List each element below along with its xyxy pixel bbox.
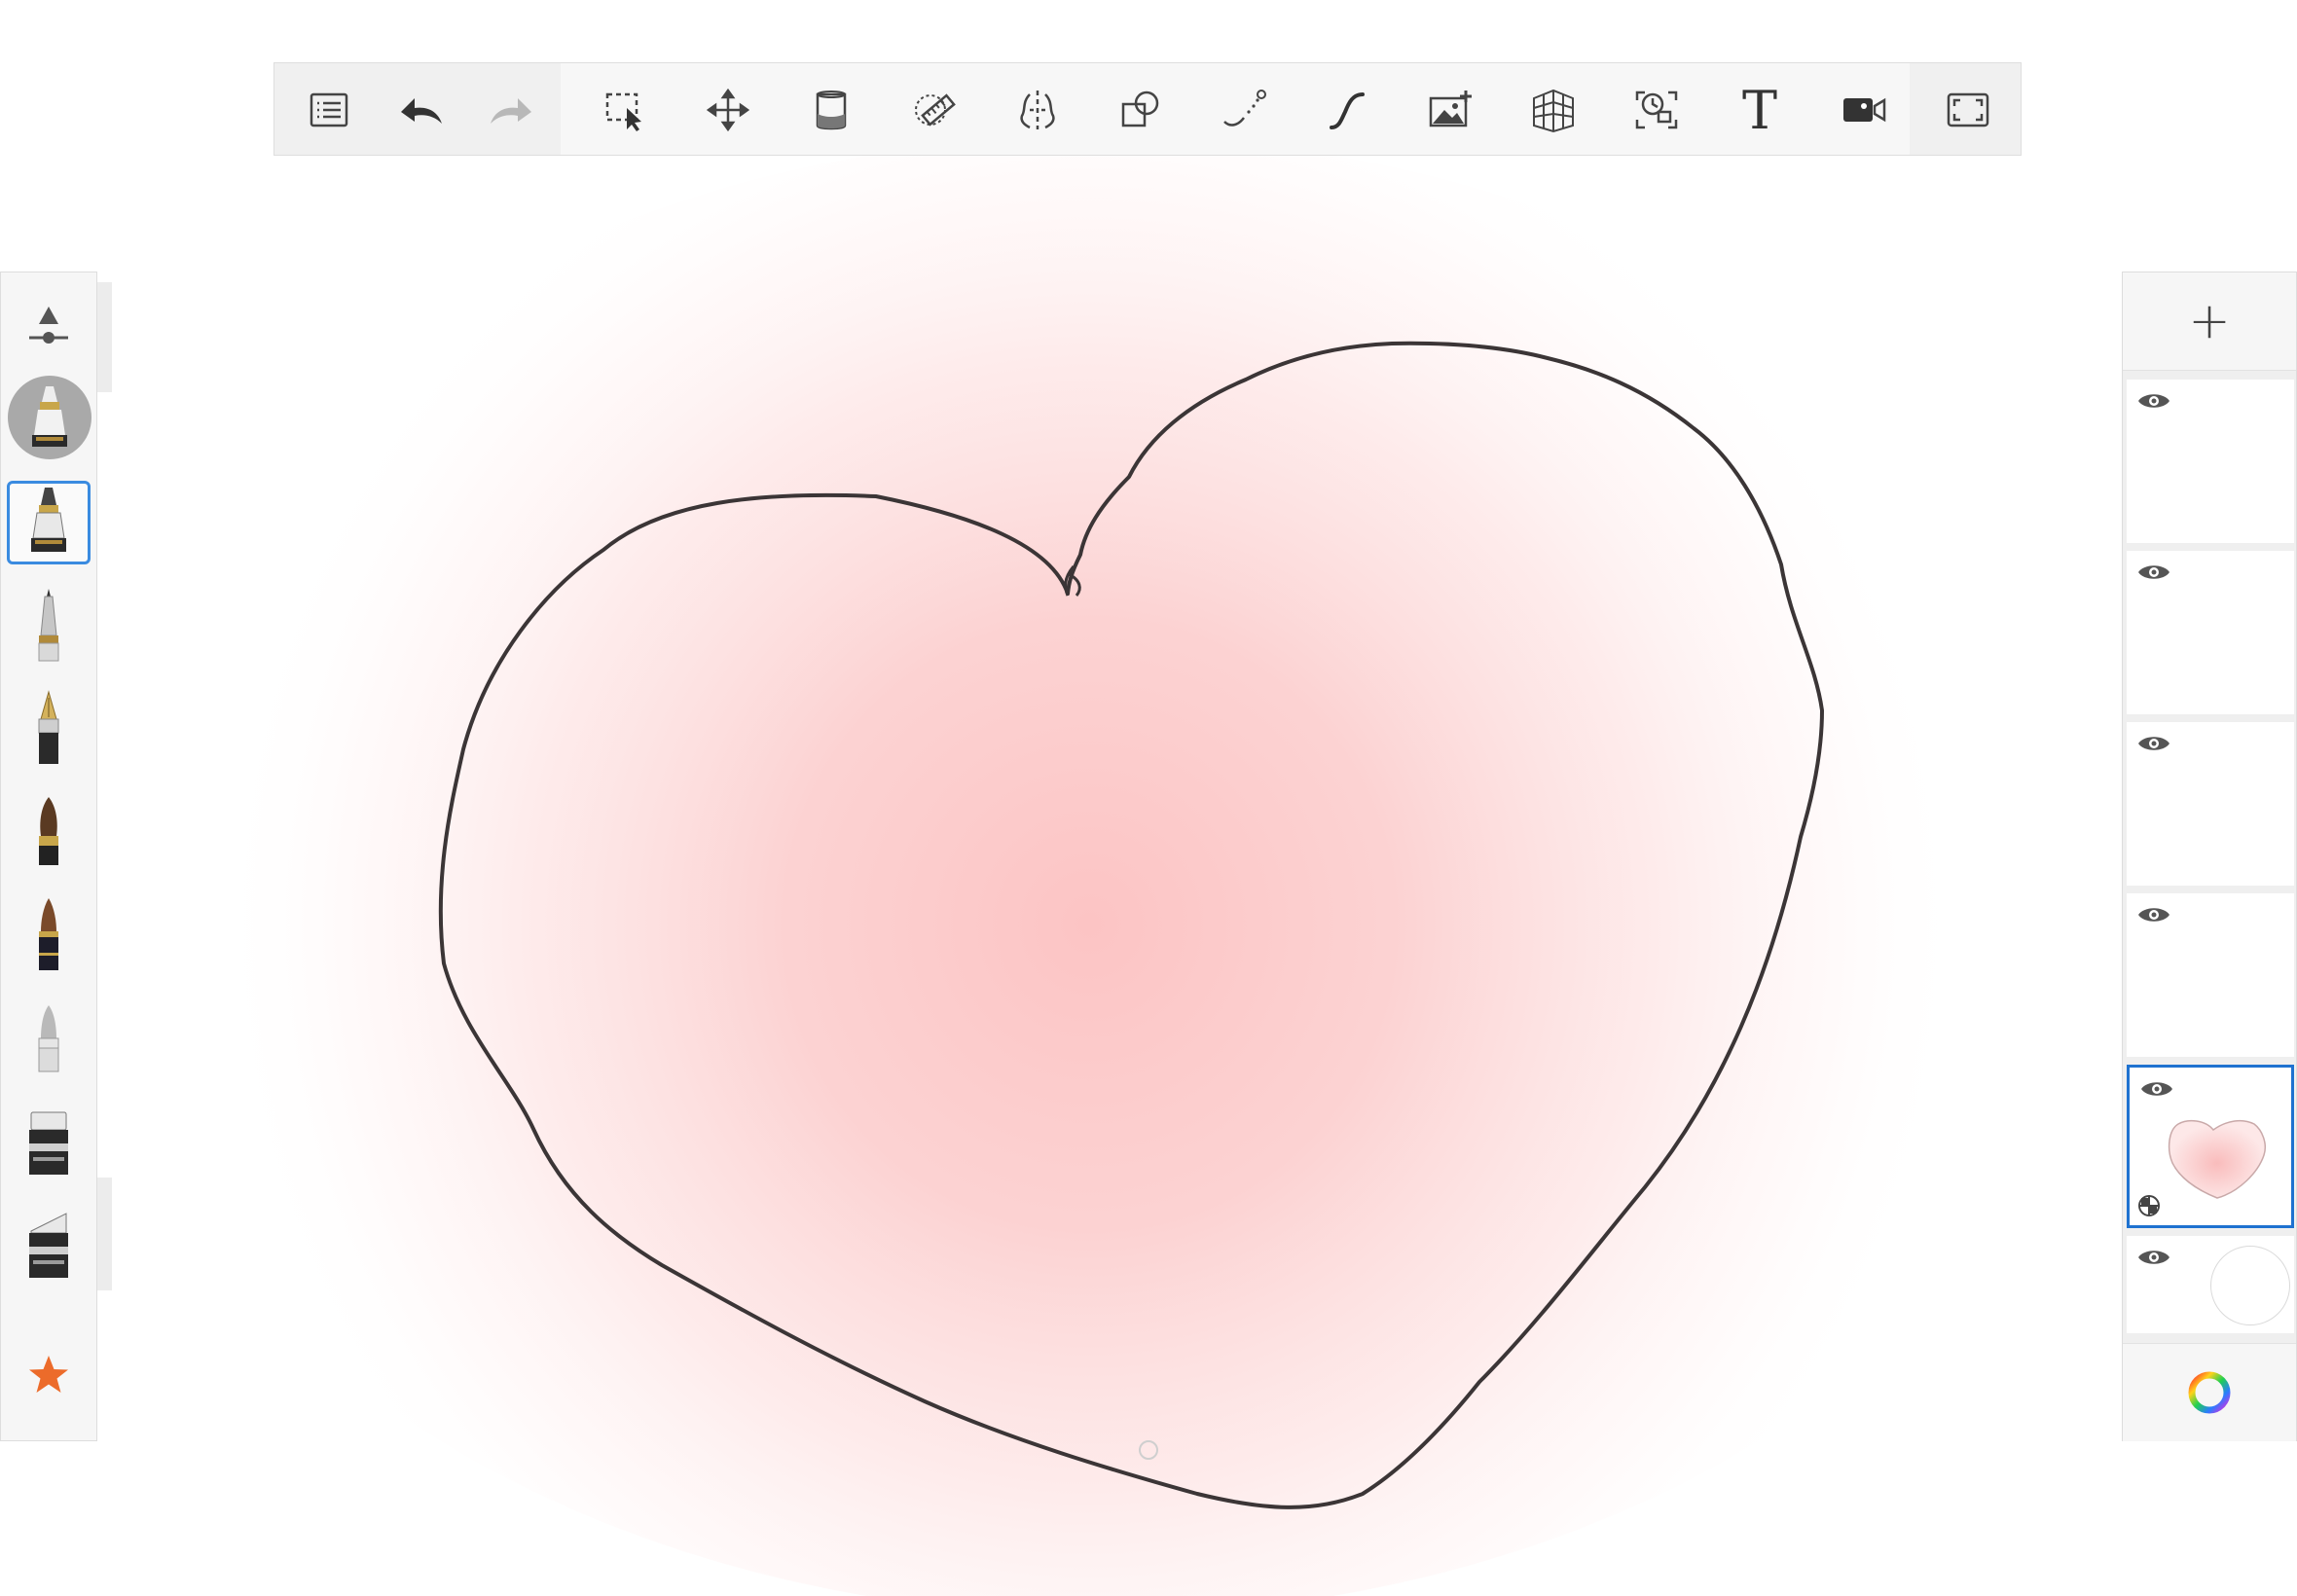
layers-panel: + [2122, 272, 2297, 1441]
chisel-marker-icon[interactable] [7, 1203, 91, 1287]
color-wheel-icon [2188, 1371, 2231, 1414]
add-layer-glyph: + [2188, 292, 2231, 350]
layer-2[interactable] [2127, 551, 2294, 714]
timelapse-icon[interactable] [1616, 69, 1697, 151]
eye-visibility-icon[interactable] [2139, 1077, 2174, 1101]
ballpoint-pen-icon[interactable] [7, 584, 91, 668]
layer-1[interactable] [2127, 380, 2294, 543]
brush-size-slider-icon[interactable] [7, 282, 91, 366]
brush-palette-tab-top[interactable] [97, 282, 112, 392]
text-tool-glyph: T [1741, 79, 1778, 141]
layer-3[interactable] [2127, 722, 2294, 886]
fill-bucket-icon[interactable] [790, 69, 872, 151]
background-color-swatch[interactable] [2210, 1246, 2290, 1325]
brush-palette-tab-bottom[interactable] [97, 1178, 112, 1290]
undo-icon[interactable] [380, 69, 461, 151]
predictive-stroke-icon[interactable] [1203, 69, 1285, 151]
airbrush-icon[interactable] [7, 997, 91, 1080]
layer-blend-mode-icon[interactable] [2137, 1194, 2161, 1217]
color-wheel-button[interactable] [2123, 1343, 2296, 1441]
selection-icon[interactable] [584, 69, 666, 151]
fountain-pen-icon[interactable] [7, 687, 91, 771]
steady-stroke-icon[interactable] [1306, 69, 1388, 151]
transform-move-icon[interactable] [687, 69, 769, 151]
layer-5[interactable] [2127, 1065, 2294, 1228]
eye-visibility-icon[interactable] [2136, 903, 2171, 926]
add-image-icon[interactable] [1409, 69, 1491, 151]
current-brush-icon[interactable] [8, 376, 91, 459]
shapes-icon[interactable] [1100, 69, 1182, 151]
layer-4[interactable] [2127, 893, 2294, 1057]
top-toolbar: T [273, 62, 2022, 156]
eye-visibility-icon[interactable] [2136, 732, 2171, 755]
pencil-brush-icon[interactable] [7, 481, 91, 564]
eye-visibility-icon[interactable] [2136, 389, 2171, 413]
paint-brush-icon[interactable] [7, 790, 91, 874]
ink-brush-icon[interactable] [7, 893, 91, 977]
video-record-icon[interactable] [1822, 69, 1904, 151]
text-icon[interactable]: T [1719, 69, 1801, 151]
marker-icon[interactable] [7, 1100, 91, 1183]
pink-airbrush-fill [78, 136, 2122, 1596]
menu-list-icon[interactable] [288, 69, 370, 151]
drawing-canvas[interactable] [0, 0, 2297, 1596]
add-layer-button[interactable]: + [2123, 272, 2296, 371]
symmetry-icon[interactable] [997, 69, 1078, 151]
perspective-grid-icon[interactable] [1513, 69, 1594, 151]
eye-visibility-icon[interactable] [2136, 1246, 2171, 1269]
background-layer[interactable] [2127, 1236, 2294, 1333]
eye-visibility-icon[interactable] [2136, 561, 2171, 584]
heart-layer-thumbnail [2168, 1119, 2266, 1199]
redo-icon[interactable] [471, 69, 553, 151]
brush-palette [0, 272, 97, 1441]
fullscreen-icon[interactable] [1927, 69, 2009, 151]
favorites-star-icon[interactable] [7, 1333, 91, 1417]
ruler-icon[interactable] [893, 69, 975, 151]
